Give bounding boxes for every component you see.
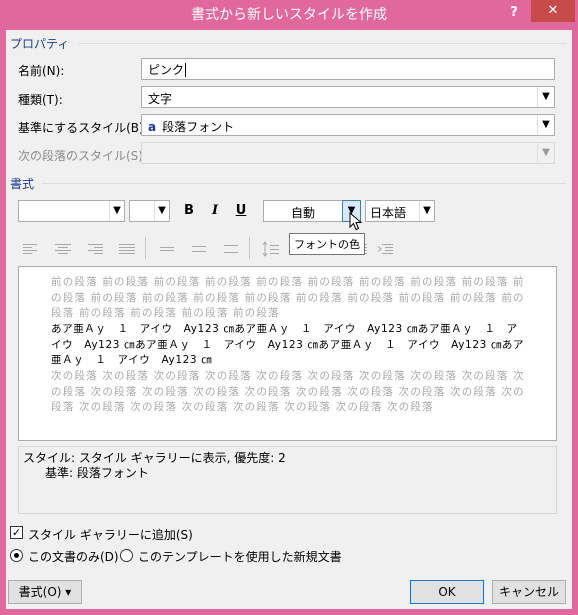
bold-button[interactable]: B — [178, 200, 200, 222]
double-spacing-icon[interactable] — [220, 240, 242, 258]
name-value: ピンク — [148, 63, 185, 77]
window-title: 書式から新しいスタイルを作成 — [191, 7, 387, 23]
next-style-label: 次の段落のスタイル(S): — [18, 149, 148, 163]
underline-button[interactable]: U — [230, 200, 252, 222]
cancel-button[interactable]: キャンセル — [492, 580, 566, 604]
preview-previous-paragraph: 前の段落 前の段落 前の段落 前の段落 前の段落 前の段落 前の段落 前の段落 … — [51, 276, 525, 319]
style-preview: 前の段落 前の段落 前の段落 前の段落 前の段落 前の段落 前の段落 前の段落 … — [18, 266, 557, 441]
formatting-divider — [42, 183, 566, 184]
style-description: スタイル: スタイル ギャラリーに表示, 優先度: 2 基準: 段落フォント — [18, 446, 557, 514]
font-name-select[interactable]: ▼ — [18, 200, 125, 222]
one-half-spacing-icon[interactable] — [188, 240, 210, 258]
type-label: 種類(T): — [18, 93, 63, 107]
description-line-2: 基準: 段落フォント — [45, 466, 149, 480]
add-to-gallery-checkbox[interactable]: ✓ — [10, 526, 23, 539]
base-style-value: 段落フォント — [162, 120, 235, 134]
text-caret — [185, 63, 187, 77]
type-value: 文字 — [148, 92, 173, 106]
line-spacing-icon[interactable] — [260, 240, 282, 258]
preview-sample-text: あア亜Ａｙ １ アイウ Ay123 ㎝あア亜Ａｙ １ アイウ Ay123 ㎝あア… — [51, 323, 525, 366]
font-color-select[interactable]: 自動 ▼ — [263, 200, 361, 222]
dialog-body: プロパティ 名前(N): ピンク 種類(T): 文字 ▼ 基準にするスタイル(B… — [6, 30, 572, 609]
single-spacing-icon[interactable] — [156, 240, 178, 258]
chevron-down-icon: ▼ — [154, 201, 169, 221]
align-right-icon[interactable] — [84, 240, 106, 258]
properties-heading: プロパティ — [10, 37, 70, 51]
chevron-down-icon: ▼ — [109, 201, 124, 221]
chevron-down-icon: ▼ — [537, 87, 554, 107]
base-style-label: 基準にするスタイル(B): — [18, 121, 148, 135]
description-line-1: スタイル: スタイル ギャラリーに表示, 優先度: 2 — [23, 451, 286, 465]
help-button[interactable]: ? — [500, 2, 528, 24]
add-to-gallery-label[interactable]: スタイル ギャラリーに追加(S) — [28, 526, 193, 543]
mouse-cursor-icon — [349, 212, 363, 231]
this-document-radio[interactable] — [10, 549, 23, 562]
base-style-select[interactable]: a 段落フォント ▼ — [141, 114, 555, 136]
language-select[interactable]: 日本語 ▼ — [365, 200, 435, 222]
italic-button[interactable]: I — [204, 200, 226, 222]
format-menu-button[interactable]: 書式(O) ▾ — [8, 580, 82, 604]
align-left-icon[interactable] — [20, 240, 42, 258]
new-documents-radio[interactable] — [120, 549, 133, 562]
toolbar-separator — [249, 237, 250, 259]
ok-button[interactable]: OK — [410, 580, 484, 604]
increase-indent-icon[interactable] — [374, 240, 396, 258]
properties-divider — [78, 43, 566, 44]
font-size-select[interactable]: ▼ — [129, 200, 170, 222]
justify-icon[interactable] — [116, 240, 138, 258]
character-style-icon: a — [148, 120, 157, 134]
title-bar: 書式から新しいスタイルを作成 ? ✕ — [0, 0, 578, 30]
next-style-select: ▼ — [141, 142, 555, 164]
close-button[interactable]: ✕ — [531, 0, 575, 22]
type-select[interactable]: 文字 ▼ — [141, 86, 555, 108]
preview-next-paragraph: 次の段落 次の段落 次の段落 次の段落 次の段落 次の段落 次の段落 次の段落 … — [51, 370, 525, 413]
name-label: 名前(N): — [18, 64, 65, 78]
toolbar-separator — [145, 237, 146, 259]
chevron-down-icon: ▼ — [537, 115, 554, 135]
font-color-value: 自動 — [290, 206, 315, 220]
language-value: 日本語 — [370, 206, 407, 220]
font-color-tooltip: フォントの色 — [289, 233, 365, 255]
align-center-icon[interactable] — [52, 240, 74, 258]
this-document-label[interactable]: この文書のみ(D) — [28, 548, 119, 565]
name-field[interactable]: ピンク — [141, 58, 555, 80]
formatting-heading: 書式 — [10, 177, 35, 191]
chevron-down-icon: ▼ — [537, 143, 554, 163]
new-documents-label[interactable]: このテンプレートを使用した新規文書 — [138, 548, 342, 565]
chevron-down-icon: ▼ — [419, 201, 434, 221]
